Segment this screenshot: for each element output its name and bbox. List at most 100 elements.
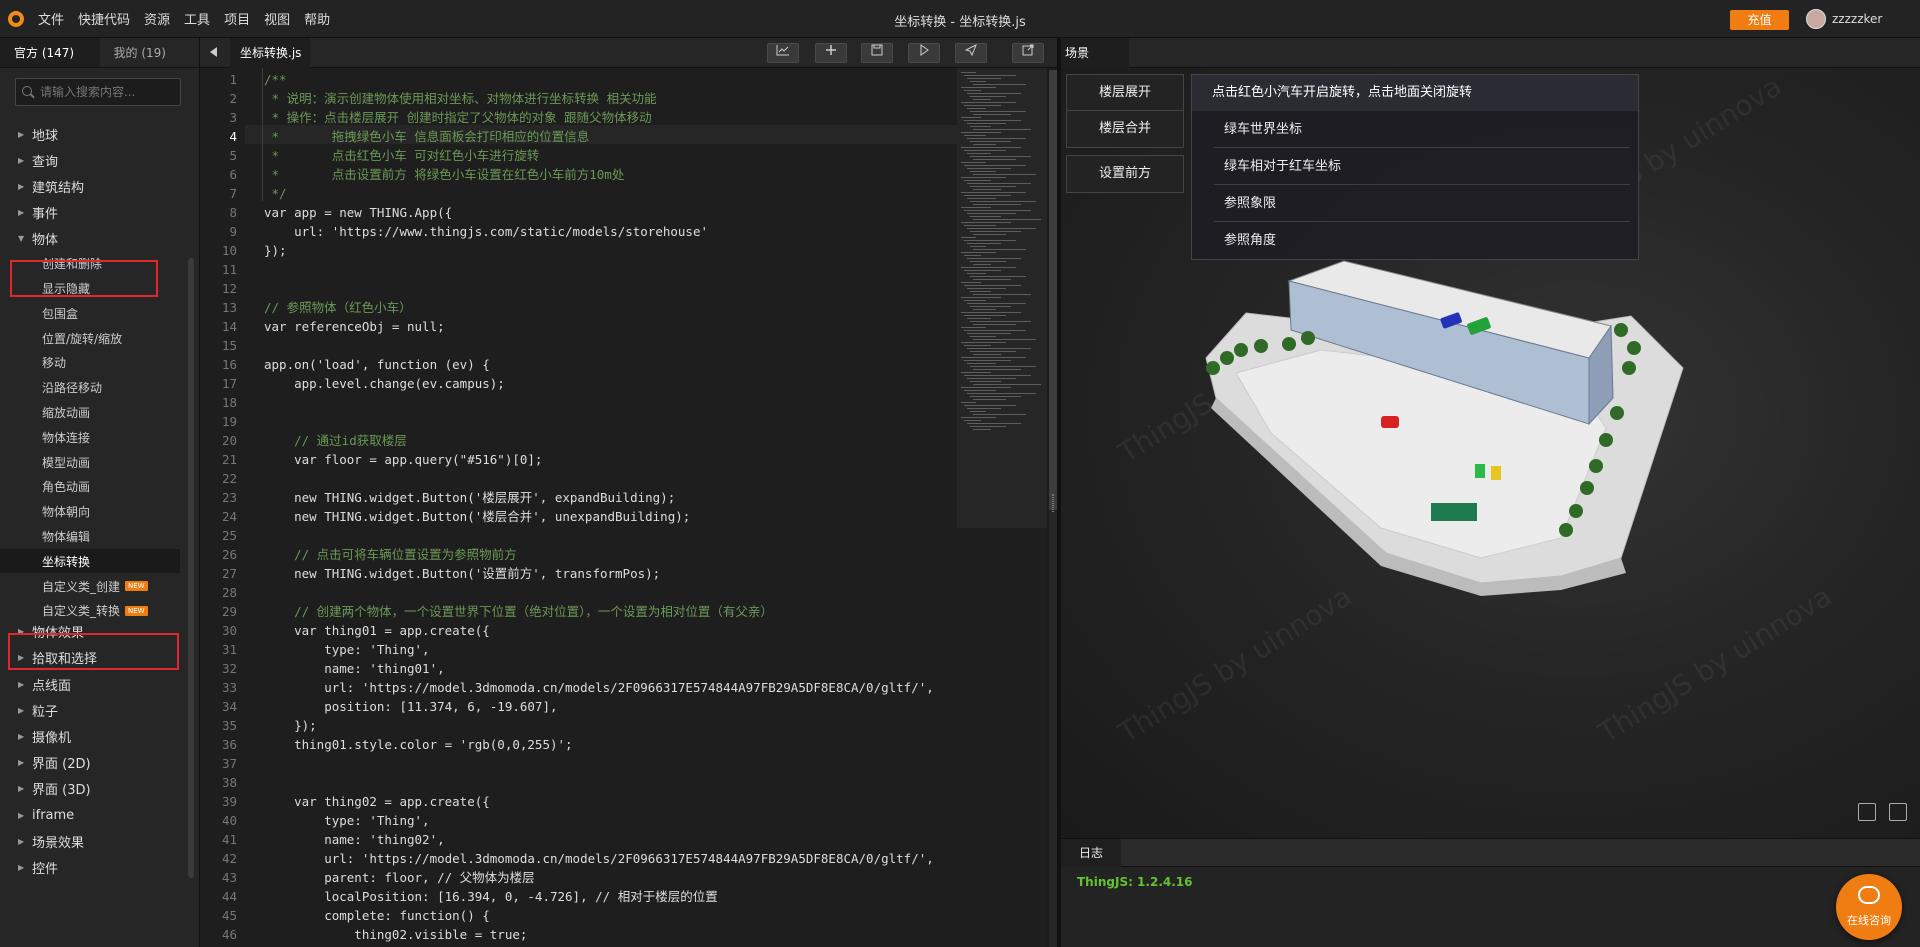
code-line[interactable]: }); xyxy=(264,716,317,735)
publish-button[interactable] xyxy=(955,43,987,63)
tab-log[interactable]: 日志 xyxy=(1061,839,1121,867)
code-editor[interactable]: 1 2 3 4 5 6 7 8 9 10 11 12 13 14 15 16 17 18 19 20 21 22 23 24 2… xyxy=(200,68,957,947)
tab-official[interactable]: 官方 (147) xyxy=(0,38,100,67)
code-line[interactable]: thing01.style.color = 'rgb(0,0,255)'; xyxy=(264,735,572,754)
search-input[interactable] xyxy=(40,85,180,99)
menu-item[interactable]: 帮助 xyxy=(304,9,330,28)
code-line[interactable]: new THING.widget.Button('设置前方', transfor… xyxy=(264,564,660,583)
recharge-button[interactable]: 充值 xyxy=(1730,10,1789,30)
code-line[interactable]: var app = new THING.App({ xyxy=(264,203,452,222)
code-line[interactable]: parent: floor, // 父物体为楼层 xyxy=(264,868,534,887)
code-line[interactable]: // 点击可将车辆位置设置为参照物前方 xyxy=(264,545,517,564)
fullscreen-icon[interactable] xyxy=(1889,803,1907,821)
tree-category[interactable]: ▶ 界面 (3D) xyxy=(0,777,91,801)
collapse-left-icon[interactable] xyxy=(210,47,217,57)
menu-item[interactable]: 工具 xyxy=(184,9,210,28)
code-line[interactable]: * 点击设置前方 将绿色小车设置在红色小车前方10m处 xyxy=(264,165,625,184)
tree-category[interactable]: ▶ 点线面 xyxy=(0,672,71,696)
code-line[interactable]: name: 'thing01', xyxy=(264,659,444,678)
tree-category[interactable]: ▶ iframe xyxy=(0,803,74,827)
save-button[interactable] xyxy=(861,43,893,63)
tree-example[interactable]: 自定义类_创建 NEW xyxy=(0,574,148,598)
code-line[interactable]: type: 'Thing', xyxy=(264,811,429,830)
tree-category[interactable]: ▼ 物体 xyxy=(0,227,58,251)
code-line[interactable]: }); xyxy=(264,241,287,260)
code-line[interactable]: thing02.visible = true; xyxy=(264,925,527,944)
code-line[interactable]: complete: function() { xyxy=(264,906,490,925)
expand-floors-button[interactable]: 楼层展开 xyxy=(1066,74,1184,112)
caret-right-icon: ▶ xyxy=(18,679,25,689)
code-line[interactable]: */ xyxy=(264,184,287,203)
tree-category[interactable]: ▶ 事件 xyxy=(0,201,58,225)
code-line[interactable]: * 拖拽绿色小车 信息面板会打印相应的位置信息 xyxy=(264,127,590,146)
file-tab[interactable]: 坐标转换.js xyxy=(230,38,310,68)
minimap-viewport[interactable] xyxy=(957,68,1047,528)
code-line[interactable]: // 创建两个物体，一个设置世界下位置（绝对位置），一个设置为相对位置（有父亲） xyxy=(264,602,773,621)
tree-category[interactable]: ▶ 粒子 xyxy=(0,698,58,722)
tree-category[interactable]: ▶ 界面 (2D) xyxy=(0,751,91,775)
tree-category[interactable]: ▶ 建筑结构 xyxy=(0,174,84,198)
tree-example[interactable]: 包围盒 xyxy=(0,301,78,325)
search-icon xyxy=(22,86,34,98)
code-line[interactable]: /** xyxy=(264,70,287,89)
code-line[interactable]: new THING.widget.Button('楼层展开', expandBu… xyxy=(264,488,675,507)
code-line[interactable]: * 说明：演示创建物体使用相对坐标、对物体进行坐标转换 相关功能 xyxy=(264,89,657,108)
menu-item[interactable]: 资源 xyxy=(144,9,170,28)
editor-scrollbar-thumb[interactable] xyxy=(1049,70,1057,510)
merge-floors-button[interactable]: 楼层合并 xyxy=(1066,110,1184,148)
code-line[interactable]: url: 'https://www.thingjs.com/static/mod… xyxy=(264,222,708,241)
info-panel: 点击红色小汽车开启旋转，点击地面关闭旋转 绿车世界坐标 绿车相对于红车坐标 参照… xyxy=(1191,74,1639,260)
code-line[interactable]: var thing01 = app.create({ xyxy=(264,621,490,640)
tab-mine[interactable]: 我的 (19) xyxy=(100,38,200,67)
set-front-button[interactable]: 设置前方 xyxy=(1066,155,1184,193)
code-line[interactable]: position: [11.374, 6, -19.607], xyxy=(264,697,557,716)
menu-item[interactable]: 快捷代码 xyxy=(78,9,130,28)
online-consult-button[interactable]: 在线咨询 xyxy=(1836,874,1902,940)
tree-example[interactable]: 物体朝向 xyxy=(0,500,90,524)
search-box[interactable] xyxy=(15,78,181,106)
code-line[interactable]: var thing02 = app.create({ xyxy=(264,792,490,811)
code-line[interactable]: url: 'https://model.3dmomoda.cn/models/2… xyxy=(264,678,934,697)
username[interactable]: zzzzzker xyxy=(1832,12,1882,26)
code-line[interactable]: var floor = app.query("#516")[0]; xyxy=(264,450,542,469)
menu-item[interactable]: 项目 xyxy=(224,9,250,28)
code-line[interactable]: url: 'https://model.3dmomoda.cn/models/2… xyxy=(264,849,934,868)
tree-example[interactable]: 沿路径移动 xyxy=(0,376,102,400)
code-line[interactable]: app.level.change(ev.campus); xyxy=(264,374,505,393)
tree-example[interactable]: 角色动画 xyxy=(0,475,90,499)
run-button[interactable] xyxy=(908,43,940,63)
code-line[interactable]: type: 'Thing', xyxy=(264,640,429,659)
menu-item[interactable]: 视图 xyxy=(264,9,290,28)
code-line[interactable]: name: 'thing02', xyxy=(264,830,444,849)
code-line[interactable]: new THING.widget.Button('楼层合并', unexpand… xyxy=(264,507,690,526)
code-line[interactable]: // 参照物体（红色小车） xyxy=(264,298,412,317)
avatar[interactable] xyxy=(1806,9,1826,29)
chart-button[interactable] xyxy=(767,43,799,63)
add-button[interactable] xyxy=(815,43,847,63)
sidebar-scrollbar[interactable] xyxy=(188,258,194,878)
tree-category[interactable]: ▶ 控件 xyxy=(0,855,58,879)
open-external-icon[interactable] xyxy=(1858,803,1876,821)
tree-example[interactable]: 物体连接 xyxy=(0,425,90,449)
tree-category[interactable]: ▶ 场景效果 xyxy=(0,829,84,853)
code-line[interactable]: * 点击红色小车 可对红色小车进行旋转 xyxy=(264,146,540,165)
splitter-grip-icon[interactable] xyxy=(1052,494,1054,512)
code-line[interactable]: var referenceObj = null; xyxy=(264,317,445,336)
tree-example[interactable]: 坐标转换 xyxy=(0,549,180,574)
tree-category[interactable]: ▶ 地球 xyxy=(0,122,58,146)
code-line[interactable]: * 操作：点击楼层展开 创建时指定了父物体的对象 跟随父物体移动 xyxy=(264,108,652,127)
tree-example[interactable]: 位置/旋转/缩放 xyxy=(0,326,122,350)
code-line[interactable]: app.on('load', function (ev) { xyxy=(264,355,490,374)
tree-example[interactable]: 模型动画 xyxy=(0,450,90,474)
tab-scene[interactable]: 场景 xyxy=(1061,38,1129,68)
tree-example[interactable]: 移动 xyxy=(0,351,66,375)
code-line[interactable]: // 通过id获取楼层 xyxy=(264,431,407,450)
menu-item[interactable]: 文件 xyxy=(38,9,64,28)
share-button[interactable] xyxy=(1012,43,1044,63)
tree-example[interactable]: 物体编辑 xyxy=(0,524,90,548)
tree-category[interactable]: ▶ 查询 xyxy=(0,148,58,172)
code-line[interactable]: localPosition: [16.394, 0, -4.726], // 相… xyxy=(264,887,718,906)
scene-viewport[interactable]: ThingJS by uinnova ThingJS by uinnova Th… xyxy=(1061,68,1920,838)
tree-category[interactable]: ▶ 摄像机 xyxy=(0,724,71,748)
tree-example[interactable]: 缩放动画 xyxy=(0,400,90,424)
